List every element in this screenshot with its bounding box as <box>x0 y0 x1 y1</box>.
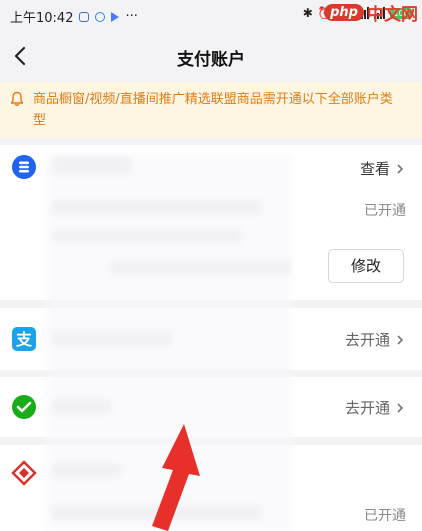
open-link[interactable]: 去开通 <box>345 329 406 350</box>
chevron-right-icon <box>397 163 404 174</box>
chevron-right-icon <box>397 402 404 413</box>
view-link[interactable]: 查看 <box>360 158 406 179</box>
app-notification-icon <box>79 11 90 22</box>
svg-text:支: 支 <box>15 330 33 349</box>
page-title: 支付账户 <box>177 50 245 70</box>
open-link[interactable]: 去开通 <box>345 397 406 418</box>
notice-banner: 商品橱窗/视频/直播间推广精选联盟商品需开通以下全部账户类型 <box>0 82 422 138</box>
nav-header: 支付账户 <box>0 30 422 82</box>
more-notifications: ··· <box>125 9 138 24</box>
red-arrow-annotation <box>152 424 200 531</box>
notice-text: 商品橱窗/视频/直播间推广精选联盟商品需开通以下全部账户类型 <box>33 92 393 128</box>
status-bar: 上午10:42 ··· ✱ ⏰ HD 100 php 中文网 <box>0 0 422 30</box>
account-status: 已开通 <box>364 508 406 524</box>
status-time: 上午10:42 <box>10 11 74 26</box>
blue-coin-icon <box>12 155 36 179</box>
play-notification-icon <box>111 11 120 22</box>
open-link-label: 去开通 <box>344 399 390 417</box>
chevron-right-icon <box>397 334 404 345</box>
bell-icon <box>10 91 24 107</box>
bluetooth-icon: ✱ <box>302 6 313 20</box>
open-link-label: 去开通 <box>344 331 390 349</box>
view-link-label: 查看 <box>359 160 390 178</box>
wechat-pay-icon <box>12 395 36 419</box>
alipay-icon: 支 <box>12 327 36 351</box>
red-diamond-icon <box>11 460 37 486</box>
watermark-text: 中文网 <box>367 5 418 25</box>
watermark-badge: php <box>324 4 364 21</box>
status-left: 上午10:42 ··· <box>10 7 138 26</box>
chat-notification-icon <box>95 11 106 22</box>
edit-button[interactable]: 修改 <box>328 249 404 283</box>
account-status: 已开通 <box>364 203 406 219</box>
watermark: php 中文网 <box>324 0 418 25</box>
